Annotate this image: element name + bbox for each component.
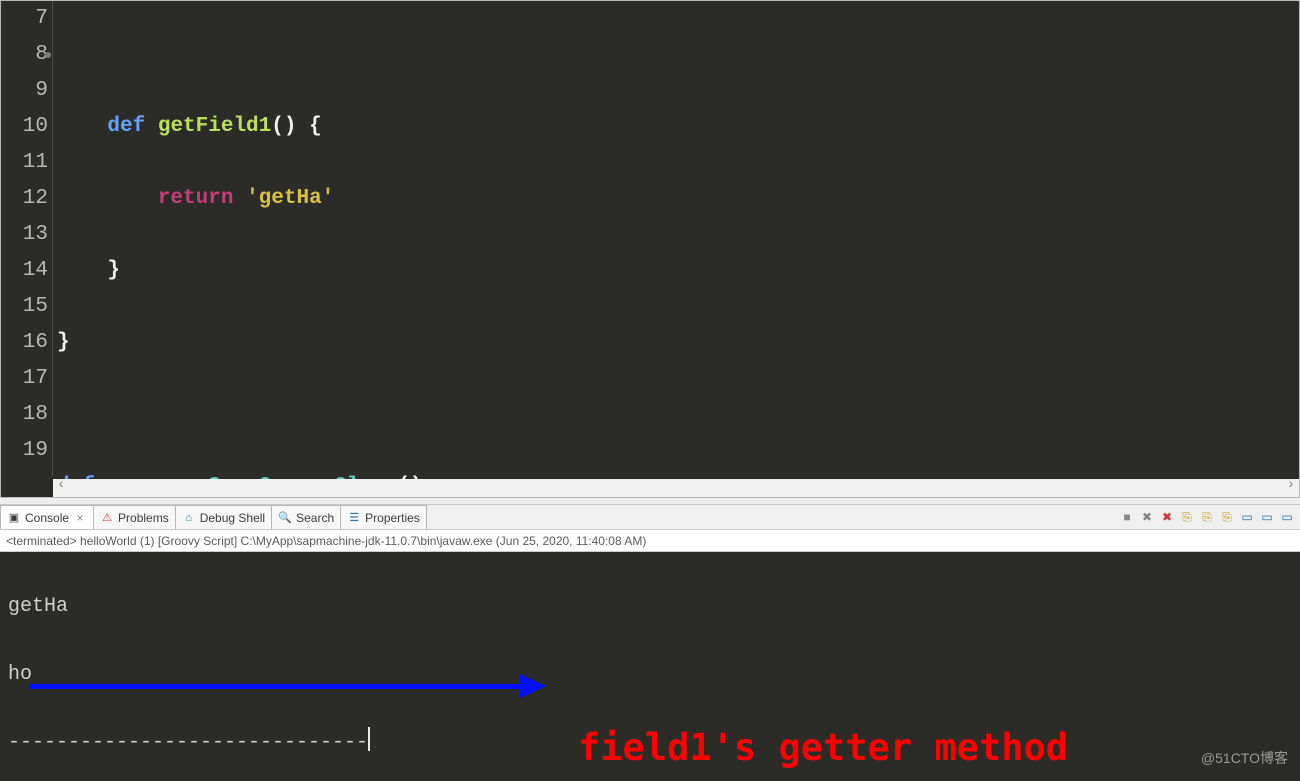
line-number: 8: [1, 37, 48, 73]
tab-label: Search: [296, 511, 334, 525]
code-line: [57, 397, 1299, 433]
toolbar-btn-4[interactable]: ⎘: [1198, 508, 1216, 526]
close-icon[interactable]: ×: [73, 511, 87, 525]
toolbar-btn-6[interactable]: ▭: [1238, 508, 1256, 526]
code-editor[interactable]: 7 8 9 10 11 12 13 14 15 16 17 18 19 def …: [0, 0, 1300, 498]
search-icon: 🔍: [278, 511, 292, 525]
line-number: 17: [1, 361, 48, 397]
console-toolbar: ■ ✖ ✖ ⎘ ⎘ ⎘ ▭ ▭ ▭: [1118, 508, 1300, 526]
console-status-line: <terminated> helloWorld (1) [Groovy Scri…: [0, 530, 1300, 552]
horizontal-scrollbar[interactable]: [53, 479, 1299, 497]
code-line: }: [57, 253, 1299, 289]
editor-body: 7 8 9 10 11 12 13 14 15 16 17 18 19 def …: [1, 1, 1299, 476]
app-root: 7 8 9 10 11 12 13 14 15 16 17 18 19 def …: [0, 0, 1300, 781]
toolbar-btn-1[interactable]: ✖: [1138, 508, 1156, 526]
annotation-arrow: [30, 674, 102, 776]
tab-label: Debug Shell: [200, 511, 265, 525]
tab-console[interactable]: ▣ Console ×: [0, 505, 94, 529]
toolbar-btn-3[interactable]: ⎘: [1178, 508, 1196, 526]
line-number: 7: [1, 1, 48, 37]
annotation-line: field1's getter method: [578, 722, 1068, 774]
tab-debug-shell[interactable]: ⌂ Debug Shell: [175, 505, 272, 529]
toolbar-btn-2[interactable]: ✖: [1158, 508, 1176, 526]
console-output[interactable]: getHa ho ------------------------------ …: [0, 552, 1300, 781]
bottom-panel-tabs: ▣ Console × ⚠ Problems ⌂ Debug Shell 🔍 S…: [0, 504, 1300, 530]
code-line: }: [57, 325, 1299, 361]
tab-label: Problems: [118, 511, 169, 525]
code-line: return 'getHa': [57, 181, 1299, 217]
code-area[interactable]: def getField1() { return 'getHa' } } def…: [53, 1, 1299, 476]
line-number: 14: [1, 253, 48, 289]
tab-search[interactable]: 🔍 Search: [271, 505, 341, 529]
line-number: 11: [1, 145, 48, 181]
annotation-text: field1's getter method is bypassed: [578, 618, 1068, 781]
console-icon: ▣: [7, 511, 21, 525]
tab-label: Properties: [365, 511, 420, 525]
problems-icon: ⚠: [100, 511, 114, 525]
toolbar-btn-8[interactable]: ▭: [1278, 508, 1296, 526]
text-cursor: [368, 727, 370, 751]
debug-icon: ⌂: [182, 511, 196, 525]
line-number: 19: [1, 433, 48, 469]
properties-icon: ☰: [347, 511, 361, 525]
line-number: 12: [1, 181, 48, 217]
tab-label: Console: [25, 511, 69, 525]
line-number: 18: [1, 397, 48, 433]
line-number: 9: [1, 73, 48, 109]
watermark: @51CTO博客: [1201, 741, 1288, 775]
line-number: 13: [1, 217, 48, 253]
line-number: 15: [1, 289, 48, 325]
toolbar-btn-0[interactable]: ■: [1118, 508, 1136, 526]
status-text: <terminated> helloWorld (1) [Groovy Scri…: [6, 534, 646, 548]
tab-properties[interactable]: ☰ Properties: [340, 505, 427, 529]
code-line: def getField1() {: [57, 109, 1299, 145]
line-number: 10: [1, 109, 48, 145]
line-number: 16: [1, 325, 48, 361]
toolbar-btn-7[interactable]: ▭: [1258, 508, 1276, 526]
tab-problems[interactable]: ⚠ Problems: [93, 505, 176, 529]
line-number-gutter: 7 8 9 10 11 12 13 14 15 16 17 18 19: [1, 1, 53, 476]
toolbar-btn-5[interactable]: ⎘: [1218, 508, 1236, 526]
code-line: [57, 37, 1299, 73]
